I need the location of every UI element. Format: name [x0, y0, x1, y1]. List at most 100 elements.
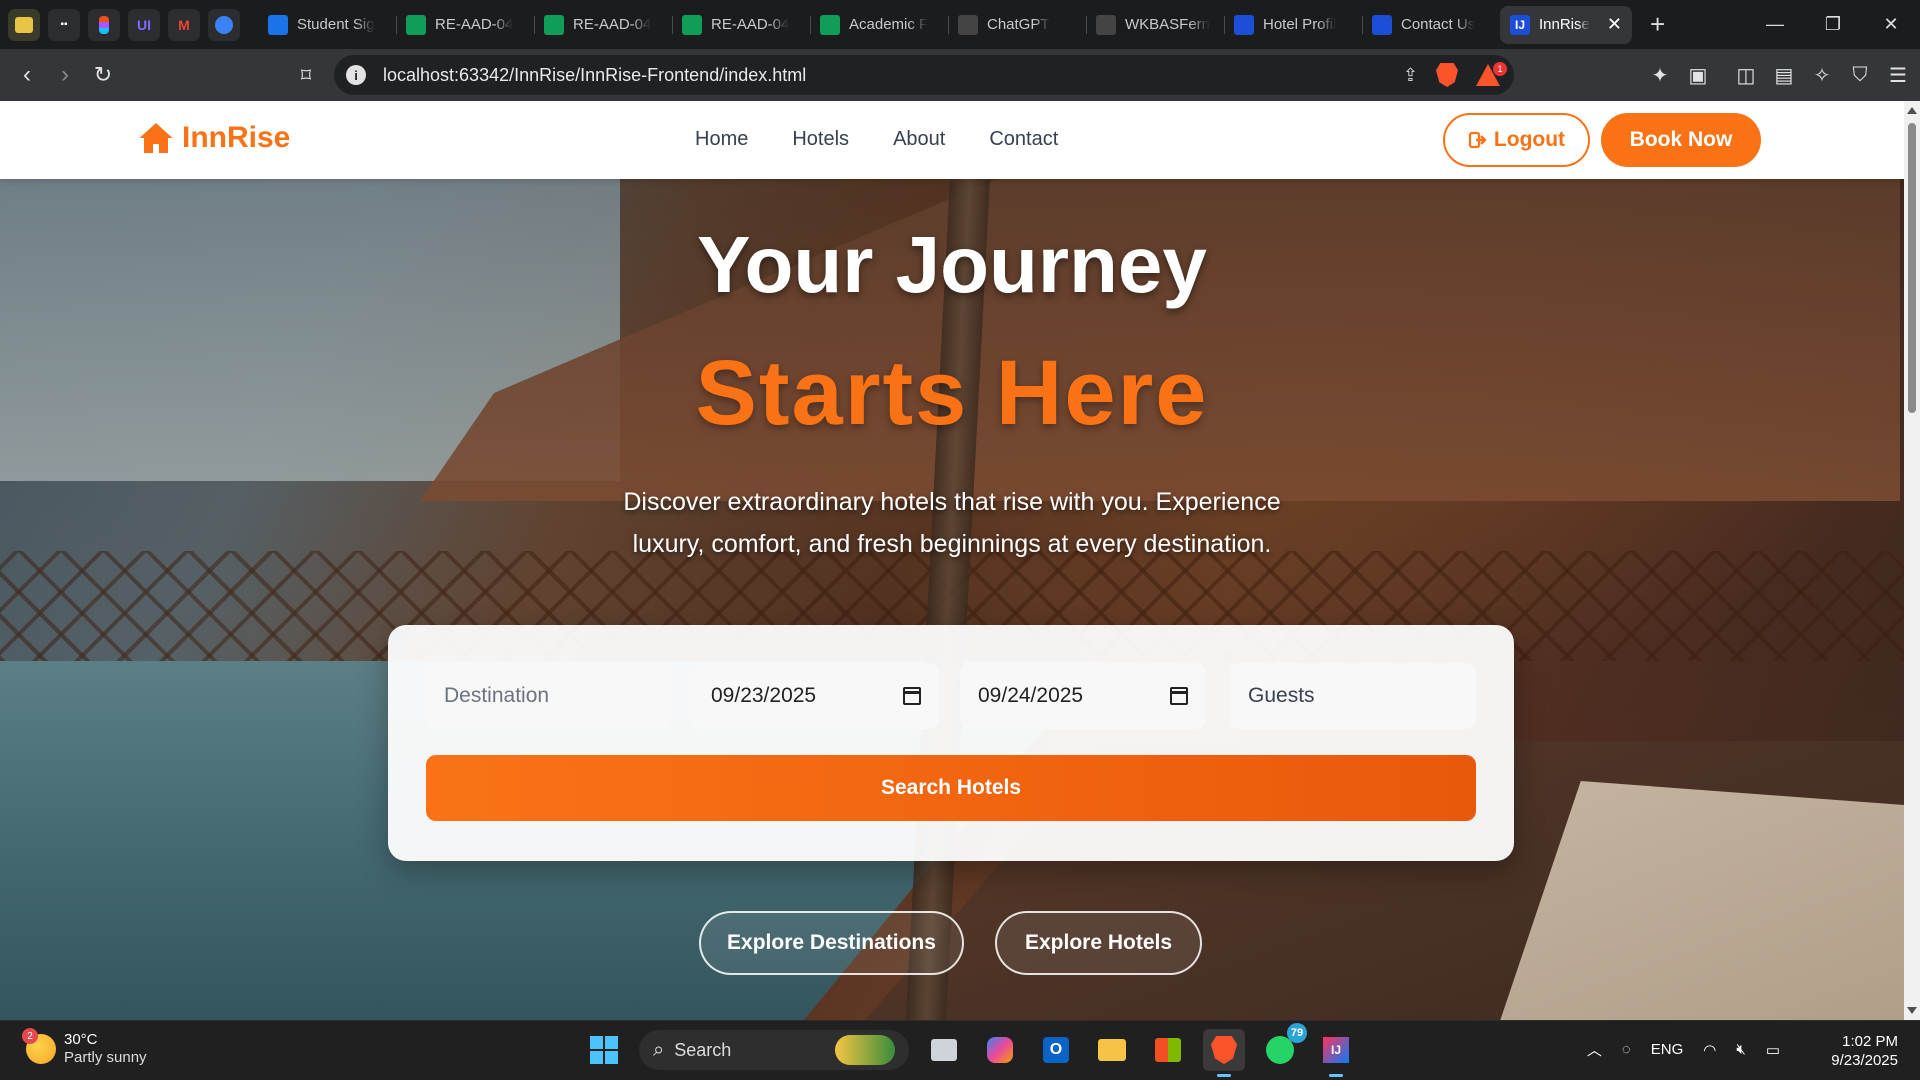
menu-icon[interactable]: ☰	[1886, 63, 1910, 88]
browser-tab[interactable]: Academic F	[810, 6, 948, 44]
nav-link-about[interactable]: About	[893, 128, 945, 151]
destination-input[interactable]: Destination	[426, 663, 672, 729]
pinned-tab-link[interactable]	[208, 8, 240, 41]
tab-title: ChatGPT	[987, 16, 1050, 33]
calendar-icon[interactable]	[1170, 687, 1188, 705]
scroll-down-arrow[interactable]	[1907, 1007, 1917, 1014]
explore-hotels-button[interactable]: Explore Hotels	[995, 911, 1202, 975]
tab-innrise-active[interactable]: IJ InnRise ✕	[1500, 5, 1632, 44]
logout-button[interactable]: Logout	[1443, 113, 1590, 167]
site-navbar: InnRise Home Hotels About Contact Logout…	[0, 101, 1904, 179]
weather-widget[interactable]: 2 30°C Partly sunny	[22, 1028, 147, 1067]
onedrive-icon[interactable]: ◌	[1622, 1041, 1631, 1058]
tab-title: Academic F	[849, 16, 929, 33]
task-view-button[interactable]	[923, 1029, 965, 1071]
browser-tab-strip: ▪▪ UI M Student Sig RE-AAD-04 RE-AAD-04 RE-…	[0, 0, 1920, 49]
address-bar[interactable]: i localhost:63342/InnRise/InnRise-Fronte…	[334, 55, 1514, 95]
browser-tab[interactable]: RE-AAD-04	[672, 6, 810, 44]
url-text[interactable]: localhost:63342/InnRise/InnRise-Frontend…	[383, 65, 806, 86]
brand-logo[interactable]: InnRise	[138, 121, 290, 155]
tab-title: Contact Us	[1401, 16, 1476, 33]
sheets-icon	[406, 14, 426, 35]
start-button[interactable]	[583, 1029, 625, 1071]
wifi-icon[interactable]: ◠	[1703, 1041, 1716, 1059]
pinned-tab-ui[interactable]: UI	[128, 8, 160, 41]
brave-taskbar-button[interactable]	[1203, 1029, 1245, 1077]
scroll-thumb[interactable]	[1908, 123, 1916, 413]
share-icon[interactable]: ⇪	[1403, 65, 1418, 86]
book-now-button[interactable]: Book Now	[1601, 113, 1761, 167]
browser-tab[interactable]: Student Sig	[258, 6, 396, 44]
whatsapp-button[interactable]: 79	[1259, 1023, 1307, 1071]
browser-tab[interactable]: Contact Us	[1362, 6, 1500, 44]
hero-subtitle: Discover extraordinary hotels that rise …	[623, 488, 1281, 558]
chevron-up-icon[interactable]: ︿	[1587, 1039, 1602, 1060]
sidebar-icon[interactable]: ◫	[1734, 63, 1758, 88]
nav-link-hotels[interactable]: Hotels	[792, 128, 849, 151]
ui-icon: UI	[137, 16, 151, 33]
leo-ai-icon[interactable]: ✧	[1810, 63, 1834, 88]
copilot-button[interactable]	[979, 1029, 1021, 1071]
store-button[interactable]	[1147, 1029, 1189, 1071]
taskbar-search[interactable]: ⌕ Search	[639, 1030, 909, 1070]
forward-button[interactable]: ›	[46, 56, 84, 94]
sheets-icon	[544, 14, 564, 35]
explore-destinations-button[interactable]: Explore Destinations	[699, 911, 964, 975]
whatsapp-badge: 79	[1287, 1023, 1307, 1043]
bookmark-icon[interactable]: ⌑	[287, 56, 325, 94]
outlook-button[interactable]: O	[1035, 1029, 1077, 1071]
checkin-date-input[interactable]: 09/23/2025	[693, 663, 939, 729]
sheets-icon	[682, 14, 702, 35]
reader-mode-icon[interactable]: ▣	[1686, 63, 1710, 88]
drive-icon	[268, 14, 288, 35]
windows-icon	[590, 1036, 618, 1064]
checkout-date-input[interactable]: 09/24/2025	[960, 663, 1206, 729]
nav-link-home[interactable]: Home	[695, 128, 748, 151]
intellij-taskbar-button[interactable]: IJ	[1315, 1029, 1357, 1077]
close-tab-icon[interactable]: ✕	[1607, 14, 1622, 35]
store-icon	[1155, 1038, 1181, 1062]
pinned-tabs: ▪▪ UI M	[0, 8, 240, 41]
calendar-icon[interactable]	[903, 687, 921, 705]
pinned-tab-app[interactable]: ▪▪	[48, 8, 80, 41]
back-button[interactable]: ‹	[8, 56, 46, 94]
tab-title: RE-AAD-04	[711, 16, 790, 33]
site-info-icon[interactable]: i	[346, 65, 366, 85]
scroll-up-arrow[interactable]	[1907, 107, 1917, 114]
browser-tab[interactable]: Hotel Profil	[1224, 6, 1362, 44]
language-indicator[interactable]: ENG	[1651, 1041, 1684, 1058]
page-scrollbar[interactable]	[1904, 101, 1920, 1020]
battery-icon[interactable]: ▭	[1766, 1041, 1780, 1059]
vpn-icon[interactable]: ⛉	[1848, 64, 1872, 87]
minimize-button[interactable]: —	[1746, 0, 1804, 49]
outlook-icon: O	[1043, 1037, 1069, 1063]
browser-tab[interactable]: ChatGPT	[948, 6, 1086, 44]
volume-muted-icon[interactable]: 🔇︎	[1736, 1041, 1745, 1058]
browser-tab[interactable]: WKBASFern	[1086, 6, 1224, 44]
new-tab-button[interactable]: +	[1650, 9, 1665, 40]
browser-tab[interactable]: RE-AAD-04	[534, 6, 672, 44]
taskbar-clock[interactable]: 1:02 PM 9/23/2025	[1831, 1032, 1898, 1070]
file-explorer-button[interactable]	[1091, 1029, 1133, 1071]
link-icon	[215, 15, 233, 34]
restore-button[interactable]: ❐	[1804, 0, 1862, 49]
wallet-icon[interactable]: ▤	[1772, 63, 1796, 88]
nav-link-contact[interactable]: Contact	[989, 128, 1058, 151]
pinned-tab-figma[interactable]	[88, 8, 120, 41]
close-window-button[interactable]: ✕	[1862, 0, 1920, 49]
extensions-icon[interactable]: ✦	[1648, 63, 1672, 88]
pinned-tab-photos[interactable]	[8, 8, 40, 41]
browser-tab[interactable]: RE-AAD-04	[396, 6, 534, 44]
sheets-icon	[820, 14, 840, 35]
system-tray: ︿ ◌ ENG ◠ 🔇︎ ▭	[1587, 1039, 1780, 1060]
main-menu: Home Hotels About Contact	[695, 128, 1058, 151]
guests-input[interactable]: Guests	[1230, 663, 1476, 729]
pinned-tab-gmail[interactable]: M	[168, 8, 200, 41]
brave-shields-icon[interactable]	[1436, 63, 1458, 87]
search-hotels-button[interactable]: Search Hotels	[426, 755, 1476, 821]
rewards-badge: 1	[1493, 62, 1507, 76]
clock-date: 9/23/2025	[1831, 1052, 1898, 1069]
reload-button[interactable]: ↻	[84, 56, 122, 94]
gmail-icon: M	[178, 16, 190, 33]
tab-title: RE-AAD-04	[573, 16, 652, 33]
